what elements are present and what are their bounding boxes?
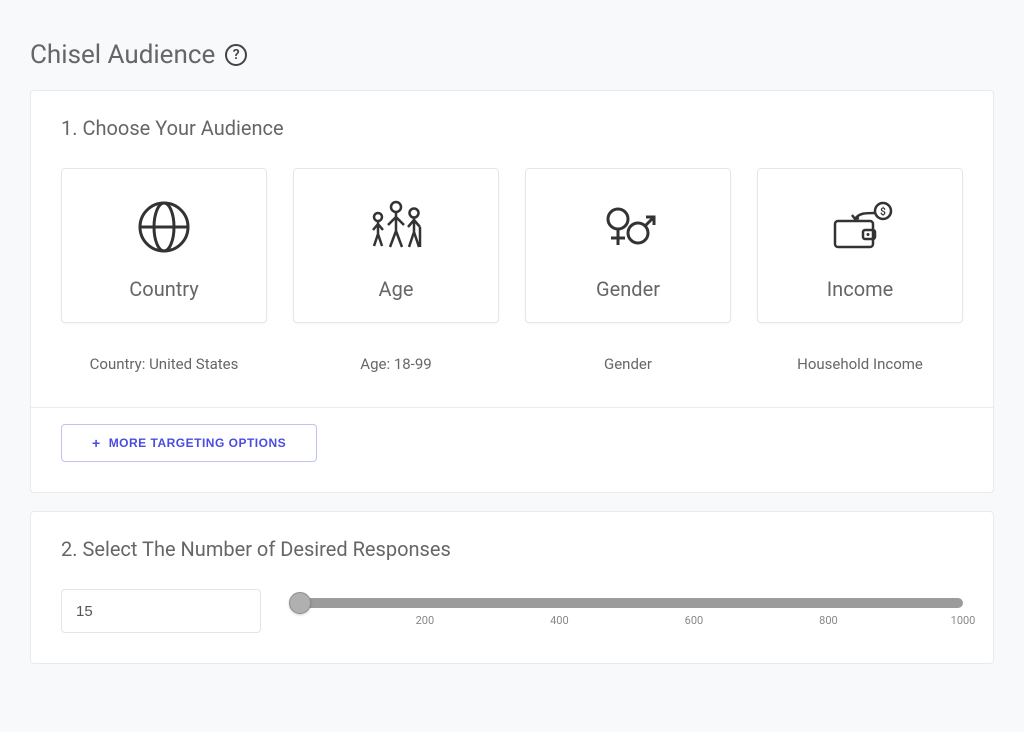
audience-card-gender[interactable]: Gender [525, 168, 731, 323]
step2-panel: 2. Select The Number of Desired Response… [30, 511, 994, 664]
wallet-money-icon: $ [825, 195, 895, 259]
svg-text:$: $ [880, 205, 886, 218]
audience-card-income[interactable]: $ Income [757, 168, 963, 323]
responses-input[interactable] [61, 589, 261, 633]
step1-panel: 1. Choose Your Audience Country [30, 90, 994, 493]
step1-title: 1. Choose Your Audience [61, 116, 963, 140]
responses-slider[interactable] [291, 598, 963, 608]
more-button-label: More Targeting Options [109, 436, 286, 450]
slider-tick: 200 [416, 614, 435, 627]
page-title: Chisel Audience [30, 40, 215, 70]
audience-summary-gender: Gender [525, 337, 731, 391]
audience-card-label: Country [129, 277, 198, 301]
audience-card-age[interactable]: Age [293, 168, 499, 323]
audience-summary-country: Country: United States [61, 337, 267, 391]
slider-tick: 600 [685, 614, 704, 627]
slider-tick: 400 [550, 614, 569, 627]
globe-icon [136, 195, 192, 259]
gender-icon [596, 195, 660, 259]
more-targeting-options-button[interactable]: + More Targeting Options [61, 424, 317, 462]
plus-icon: + [92, 435, 101, 451]
divider [31, 407, 993, 408]
slider-tick: 800 [819, 614, 838, 627]
audience-summary-income: Household Income [757, 337, 963, 391]
slider-tick: 1000 [951, 614, 976, 627]
audience-card-label: Income [827, 277, 894, 301]
audience-card-country[interactable]: Country [61, 168, 267, 323]
audience-card-label: Age [379, 277, 414, 301]
step2-title: 2. Select The Number of Desired Response… [61, 537, 963, 561]
audience-card-label: Gender [596, 277, 660, 301]
people-icon [364, 195, 428, 259]
slider-ticks: 2004006008001000 [291, 610, 963, 628]
audience-summary-age: Age: 18-99 [293, 337, 499, 391]
help-icon[interactable]: ? [225, 44, 247, 66]
